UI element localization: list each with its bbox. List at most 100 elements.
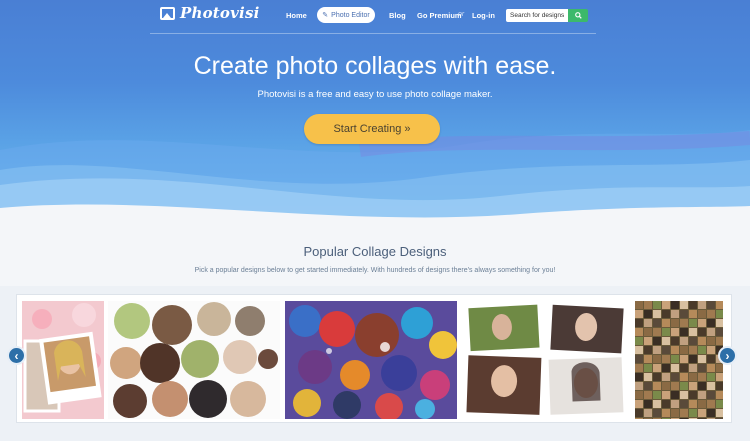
- mosaic-tile: [689, 310, 697, 318]
- mosaic-tile: [653, 355, 661, 363]
- mosaic-tile: [698, 400, 706, 408]
- mosaic-tile: [671, 328, 679, 336]
- popular-designs-section: Popular Collage Designs Pick a popular d…: [0, 238, 750, 441]
- mosaic-tile: [635, 328, 643, 336]
- nav-home[interactable]: Home: [286, 11, 307, 20]
- mosaic-tile: [662, 382, 670, 390]
- mosaic-tile: [707, 364, 715, 372]
- mosaic-tile: [671, 400, 679, 408]
- mosaic-tile: [653, 328, 661, 336]
- mosaic-tile: [707, 400, 715, 408]
- mosaic-tile: [653, 346, 661, 354]
- design-thumbnail[interactable]: [285, 301, 457, 419]
- carousel-prev-button[interactable]: ‹: [7, 346, 26, 365]
- carousel-next-button[interactable]: ›: [718, 346, 737, 365]
- mosaic-tile: [635, 337, 643, 345]
- mosaic-tile: [653, 337, 661, 345]
- mosaic-tile: [707, 337, 715, 345]
- mosaic-tile: [680, 319, 688, 327]
- nav-or-text: or: [458, 11, 465, 18]
- mosaic-tile: [680, 364, 688, 372]
- nav-go-premium[interactable]: Go Premium: [417, 11, 462, 20]
- mosaic-tile: [689, 373, 697, 381]
- mosaic-tile: [689, 301, 697, 309]
- chevron-left-icon: ‹: [14, 348, 19, 363]
- mosaic-tile: [635, 391, 643, 399]
- mosaic-tile: [698, 409, 706, 417]
- mosaic-tile: [671, 373, 679, 381]
- mosaic-tile: [671, 382, 679, 390]
- mosaic-tile: [653, 409, 661, 417]
- mosaic-tile: [635, 364, 643, 372]
- mosaic-tile: [698, 319, 706, 327]
- design-thumbnail[interactable]: [635, 301, 723, 419]
- mosaic-tile: [635, 301, 643, 309]
- nav-photo-editor-button[interactable]: ✎ Photo Editor: [317, 7, 375, 23]
- mosaic-tile: [671, 409, 679, 417]
- mosaic-tile: [635, 382, 643, 390]
- mosaic-tile: [635, 400, 643, 408]
- mosaic-tile: [716, 382, 723, 390]
- mosaic-tile: [662, 346, 670, 354]
- mosaic-tile: [653, 400, 661, 408]
- mosaic-tile: [635, 319, 643, 327]
- mosaic-tile: [662, 373, 670, 381]
- design-thumbnail[interactable]: [462, 301, 629, 419]
- collage-image: [462, 301, 629, 419]
- mosaic-tile: [662, 328, 670, 336]
- mosaic-tile: [653, 373, 661, 381]
- mosaic-tile: [644, 328, 652, 336]
- nav-blog[interactable]: Blog: [389, 11, 406, 20]
- mosaic-tile: [653, 301, 661, 309]
- pencil-icon: ✎: [322, 12, 329, 19]
- mosaic-tile: [653, 310, 661, 318]
- mosaic-tile: [662, 418, 670, 419]
- search-icon: [574, 12, 582, 19]
- mosaic-tile: [680, 310, 688, 318]
- design-thumbnail[interactable]: [22, 301, 104, 419]
- mosaic-tile: [716, 409, 723, 417]
- mosaic-tile: [653, 418, 661, 419]
- mosaic-tile: [635, 310, 643, 318]
- mosaic-tile: [698, 373, 706, 381]
- mosaic-tile: [644, 337, 652, 345]
- mosaic-tile: [707, 373, 715, 381]
- mosaic-tile: [698, 328, 706, 336]
- design-carousel: [16, 294, 732, 423]
- mosaic-tile: [689, 364, 697, 372]
- picture-icon: [160, 6, 175, 20]
- mosaic-tile: [662, 400, 670, 408]
- mosaic-tile: [689, 391, 697, 399]
- top-nav: Photovisi Home ✎ Photo Editor Blog Go Pr…: [0, 0, 750, 34]
- mosaic-tile: [680, 391, 688, 399]
- search-button[interactable]: [568, 9, 588, 22]
- mosaic-tile: [716, 373, 723, 381]
- mosaic-tile: [698, 337, 706, 345]
- mosaic-tile: [662, 364, 670, 372]
- collage-image: [22, 301, 104, 419]
- brand-logo[interactable]: Photovisi: [160, 4, 259, 22]
- mosaic-tile: [689, 382, 697, 390]
- nav-photo-editor-label: Photo Editor: [331, 11, 370, 19]
- mosaic-tile: [716, 337, 723, 345]
- mosaic-tile: [680, 373, 688, 381]
- collage-image: [285, 301, 457, 419]
- mosaic-tile: [644, 355, 652, 363]
- search-input[interactable]: [506, 9, 568, 22]
- start-creating-button[interactable]: Start Creating »: [304, 114, 440, 144]
- mosaic-tile: [635, 409, 643, 417]
- collage-image: [635, 301, 723, 419]
- mosaic-tile: [707, 310, 715, 318]
- mosaic-tile: [680, 382, 688, 390]
- mosaic-tile: [707, 301, 715, 309]
- mosaic-tile: [671, 301, 679, 309]
- design-thumbnail[interactable]: [108, 301, 280, 419]
- mosaic-tile: [689, 409, 697, 417]
- mosaic-tile: [698, 355, 706, 363]
- mosaic-tile: [671, 418, 679, 419]
- mosaic-tile: [707, 346, 715, 354]
- nav-login[interactable]: Log-in: [472, 11, 495, 20]
- mosaic-tile: [653, 364, 661, 372]
- mosaic-tile: [671, 355, 679, 363]
- search-box: [506, 9, 588, 22]
